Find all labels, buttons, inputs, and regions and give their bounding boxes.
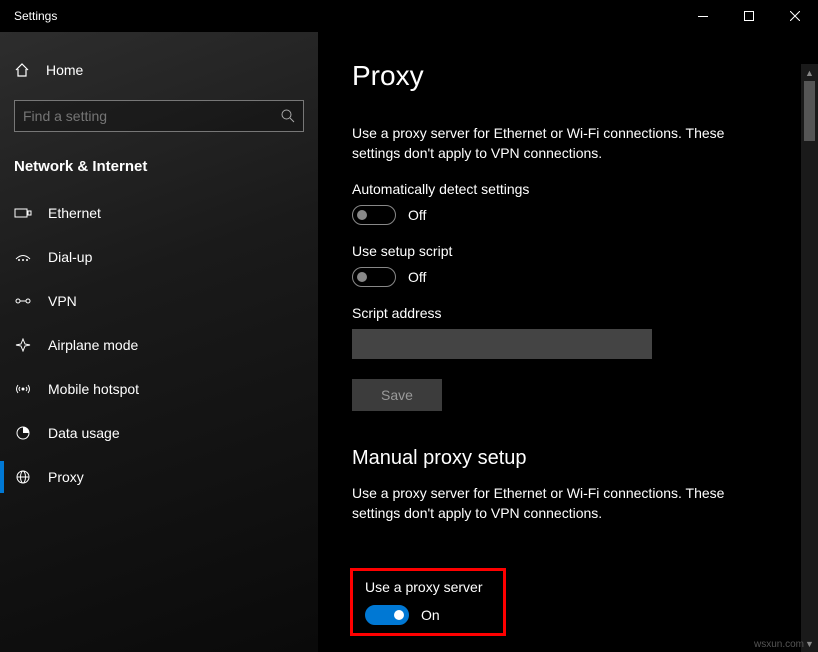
search-box[interactable]: [14, 100, 304, 132]
content-pane: Proxy Use a proxy server for Ethernet or…: [318, 32, 818, 652]
auto-detect-label: Automatically detect settings: [352, 181, 784, 197]
use-proxy-state: On: [421, 607, 440, 623]
setup-script-label: Use setup script: [352, 243, 784, 259]
vertical-scrollbar[interactable]: ▲ ▼: [801, 64, 818, 652]
sidebar-item-hotspot[interactable]: Mobile hotspot: [0, 367, 318, 411]
home-icon: [14, 62, 30, 78]
titlebar: Settings: [0, 0, 818, 32]
save-button[interactable]: Save: [352, 379, 442, 411]
sidebar-item-label: Airplane mode: [48, 337, 138, 353]
page-heading: Proxy: [352, 60, 784, 92]
window-title: Settings: [0, 9, 57, 23]
maximize-button[interactable]: [726, 0, 772, 32]
manual-section-title: Manual proxy setup: [352, 447, 784, 470]
datausage-icon: [14, 426, 32, 440]
maximize-icon: [744, 11, 754, 21]
sidebar-item-airplane[interactable]: Airplane mode: [0, 323, 318, 367]
sidebar-item-label: Data usage: [48, 425, 120, 441]
sidebar-item-label: VPN: [48, 293, 77, 309]
scroll-thumb[interactable]: [804, 81, 815, 141]
use-proxy-label: Use a proxy server: [365, 579, 491, 595]
search-input[interactable]: [23, 108, 281, 124]
sidebar-item-label: Ethernet: [48, 205, 101, 221]
home-button[interactable]: Home: [0, 56, 318, 92]
manual-description: Use a proxy server for Ethernet or Wi-Fi…: [352, 484, 772, 523]
watermark: wsxun.com: [754, 639, 804, 650]
auto-detect-toggle[interactable]: [352, 205, 396, 225]
sidebar-item-label: Dial-up: [48, 249, 92, 265]
auto-detect-state: Off: [408, 207, 426, 223]
sidebar-item-label: Proxy: [48, 469, 84, 485]
sidebar-item-proxy[interactable]: Proxy: [0, 455, 318, 499]
sidebar-item-datausage[interactable]: Data usage: [0, 411, 318, 455]
close-icon: [790, 11, 800, 21]
minimize-button[interactable]: [680, 0, 726, 32]
proxy-description: Use a proxy server for Ethernet or Wi-Fi…: [352, 124, 772, 163]
script-address-input[interactable]: [352, 329, 652, 359]
scroll-up-arrow[interactable]: ▲: [801, 64, 818, 81]
highlight-annotation: Use a proxy server On: [350, 568, 506, 636]
search-icon: [281, 109, 295, 123]
category-label: Network & Internet: [0, 150, 318, 191]
dialup-icon: [14, 250, 32, 264]
airplane-icon: [14, 338, 32, 352]
script-address-label: Script address: [352, 305, 784, 321]
sidebar-item-label: Mobile hotspot: [48, 381, 139, 397]
close-button[interactable]: [772, 0, 818, 32]
home-label: Home: [46, 62, 83, 78]
sidebar-item-vpn[interactable]: VPN: [0, 279, 318, 323]
sidebar-item-dialup[interactable]: Dial-up: [0, 235, 318, 279]
setup-script-state: Off: [408, 269, 426, 285]
setup-script-toggle[interactable]: [352, 267, 396, 287]
vpn-icon: [14, 294, 32, 308]
sidebar: Home Network & Internet Ethernet Dial-up…: [0, 32, 318, 652]
hotspot-icon: [14, 382, 32, 396]
proxy-icon: [14, 470, 32, 484]
ethernet-icon: [14, 206, 32, 220]
minimize-icon: [698, 16, 708, 17]
sidebar-item-ethernet[interactable]: Ethernet: [0, 191, 318, 235]
use-proxy-toggle[interactable]: [365, 605, 409, 625]
